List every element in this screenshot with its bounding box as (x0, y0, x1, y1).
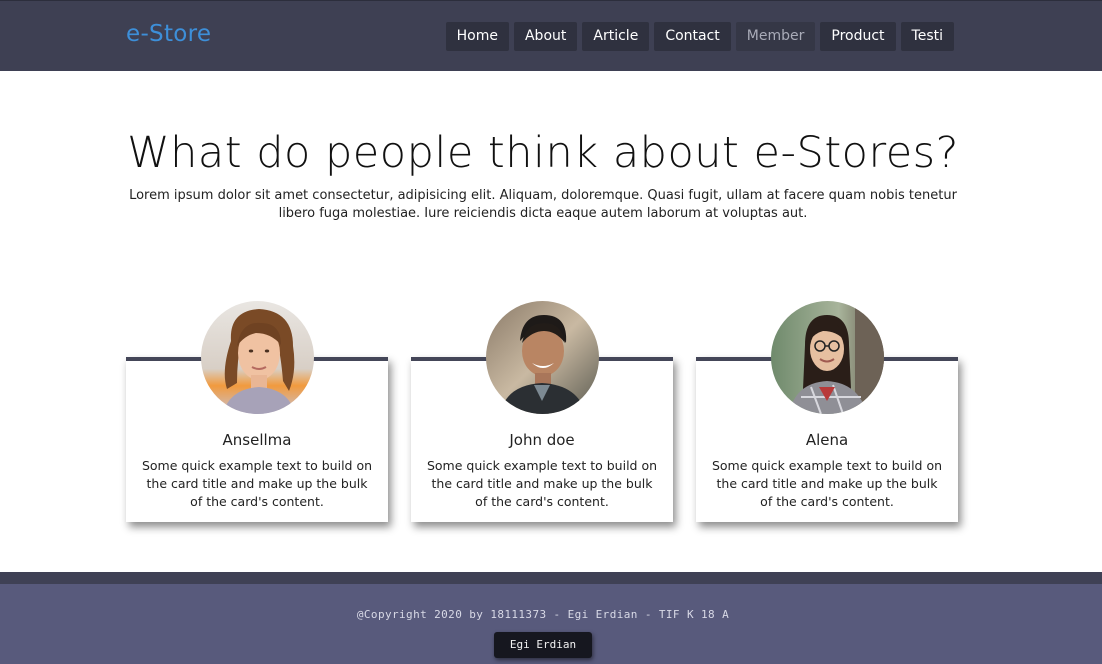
avatar (201, 301, 314, 414)
testimonial-name: Ansellma (222, 431, 292, 449)
copyright-text: @Copyright 2020 by 18111373 - Egi Erdian… (356, 608, 730, 621)
testimonial-text: Some quick example text to build on the … (711, 458, 943, 509)
avatar (771, 301, 884, 414)
person-photo-icon (486, 301, 599, 414)
person-photo-icon (771, 301, 884, 414)
hero-description: Lorem ipsum dolor sit amet consectetur, … (129, 188, 957, 221)
nav-about[interactable]: About (513, 22, 578, 51)
nav-contact[interactable]: Contact (654, 22, 731, 51)
avatar (486, 301, 599, 414)
nav-member[interactable]: Member (735, 22, 816, 51)
testimonial-text: Some quick example text to build on the … (141, 458, 373, 509)
testimonial-name: John doe (509, 431, 575, 449)
testimonial-text: Some quick example text to build on the … (426, 458, 658, 509)
person-photo-icon (201, 301, 314, 414)
page-title: What do people think about e-Stores? (127, 128, 959, 178)
brand-logo[interactable]: e-Store (126, 21, 211, 47)
footer: @Copyright 2020 by 18111373 - Egi Erdian… (0, 584, 1102, 664)
main-nav: Home About Article Contact Member Produc… (445, 22, 954, 51)
nav-testi[interactable]: Testi (900, 22, 954, 51)
testimonial-name: Alena (805, 431, 849, 449)
navbar: e-Store Home About Article Contact Membe… (0, 0, 1102, 71)
nav-home[interactable]: Home (445, 22, 509, 51)
nav-product[interactable]: Product (820, 22, 896, 51)
author-badge[interactable]: Egi Erdian (494, 632, 592, 658)
nav-article[interactable]: Article (582, 22, 650, 51)
footer-divider (0, 572, 1102, 584)
